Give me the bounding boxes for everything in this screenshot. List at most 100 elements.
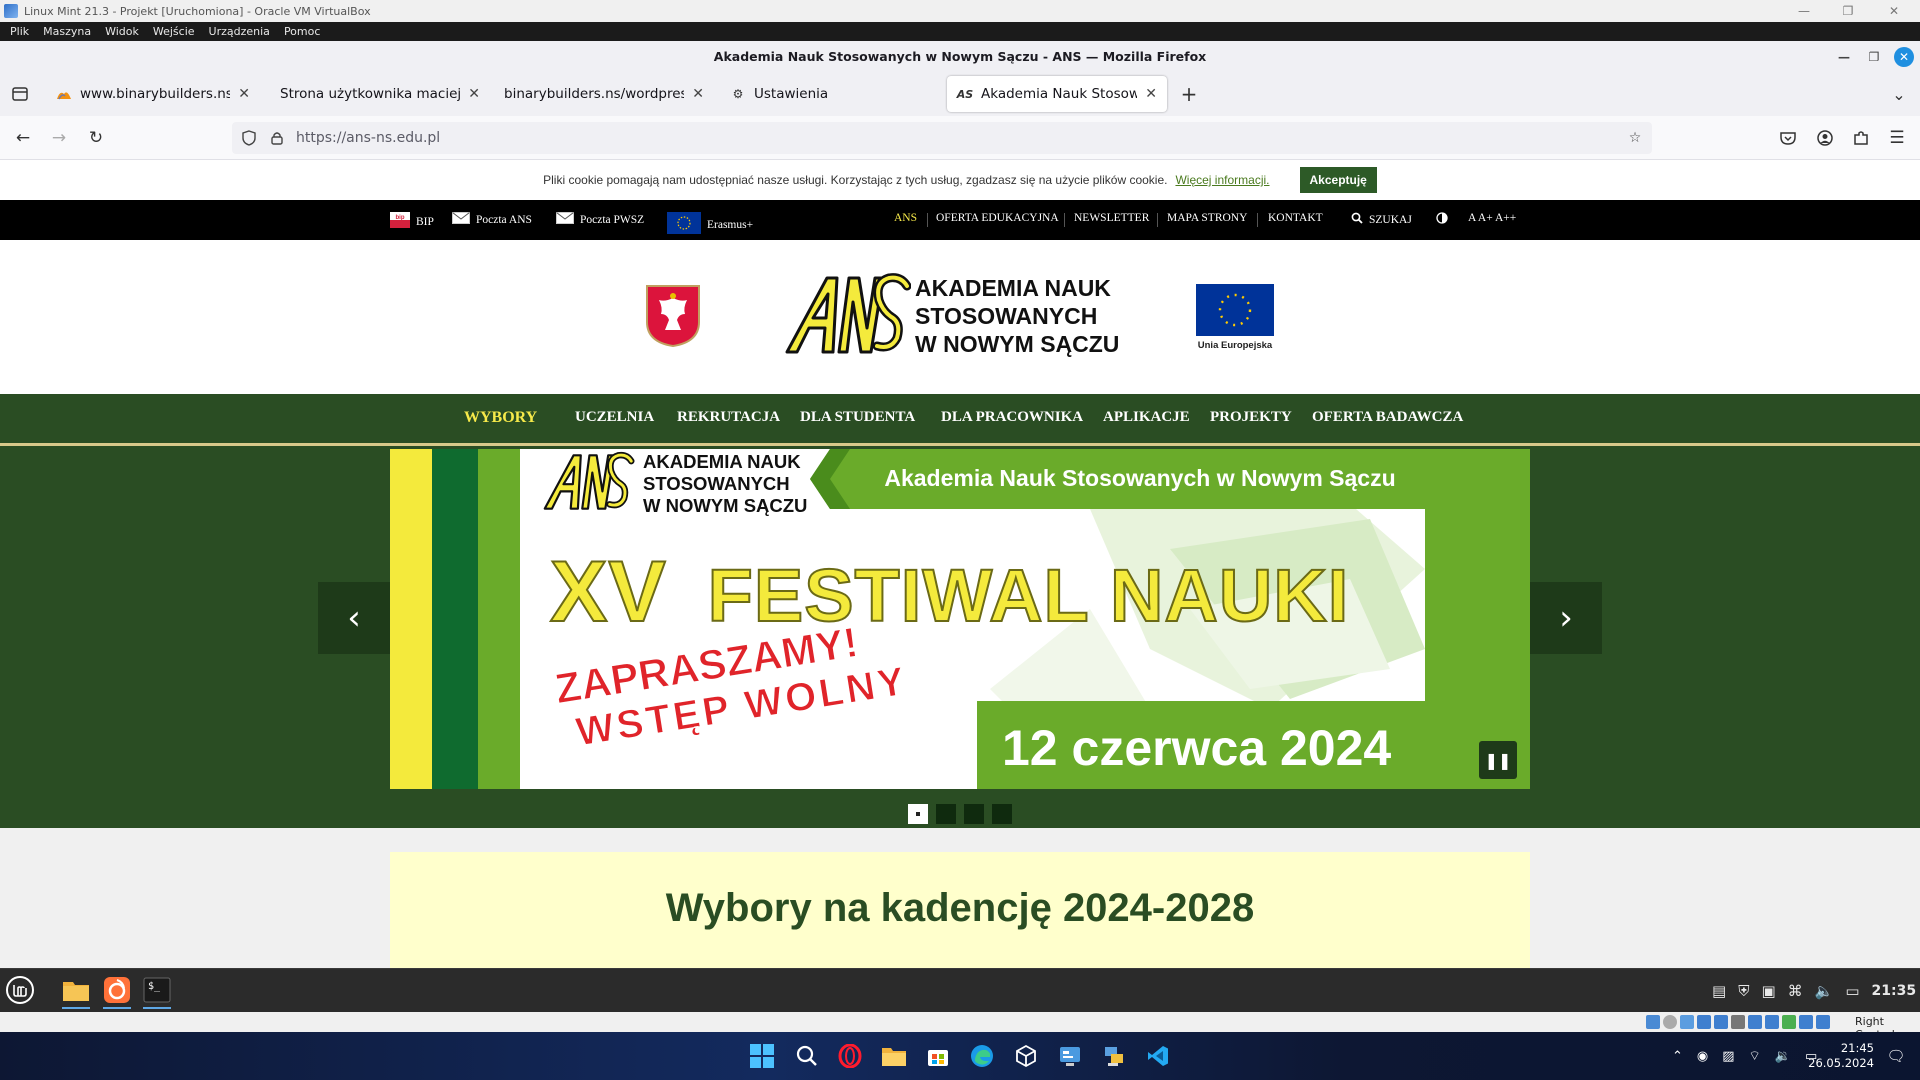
control-panel-icon[interactable]: [1054, 1040, 1086, 1072]
newsletter-link[interactable]: NEWSLETTER: [1074, 212, 1149, 224]
vbox-close-button[interactable]: ✕: [1876, 0, 1912, 22]
forward-arrow-icon[interactable]: →: [46, 126, 72, 150]
volume-icon[interactable]: 🔉: [1775, 1049, 1791, 1064]
poczta-ans-link[interactable]: Poczta ANS: [452, 212, 532, 227]
close-icon[interactable]: ✕: [238, 86, 250, 102]
usb-icon[interactable]: [1714, 1015, 1728, 1029]
slider-next-arrow-icon[interactable]: ›: [1530, 582, 1602, 654]
optical-drive-icon[interactable]: [1663, 1015, 1677, 1029]
shared-folders-icon[interactable]: [1731, 1015, 1745, 1029]
keyboard-capture-icon[interactable]: [1816, 1015, 1830, 1029]
font-size-controls[interactable]: A A+ A++: [1468, 212, 1516, 224]
volume-icon[interactable]: 🔈: [1815, 982, 1834, 1000]
tab-binarybuilders-phpmyadmin[interactable]: www.binarybuilders.ns / loc ✕: [46, 76, 260, 112]
tab-wordpress[interactable]: binarybuilders.ns/wordpress/ ✕: [494, 76, 714, 112]
3d-viewer-icon[interactable]: [1010, 1040, 1042, 1072]
display-icon[interactable]: [1748, 1015, 1762, 1029]
menu-widok[interactable]: Widok: [105, 25, 139, 38]
nav-wybory[interactable]: WYBORY: [464, 409, 537, 427]
firefox-icon[interactable]: [99, 973, 135, 1009]
nav-rekrutacja[interactable]: REKRUTACJA: [677, 409, 780, 426]
nav-aplikacje[interactable]: APLIKACJE: [1103, 409, 1190, 426]
shield-icon[interactable]: [238, 127, 260, 149]
opera-icon[interactable]: [834, 1040, 866, 1072]
kontakt-link[interactable]: KONTAKT: [1268, 212, 1323, 224]
network-icon[interactable]: ⌘: [1788, 982, 1803, 1000]
oferta-edukacyjna-link[interactable]: OFERTA EDUKACYJNA: [936, 212, 1059, 224]
vbox-restore-button[interactable]: ❐: [1830, 0, 1866, 22]
menu-maszyna[interactable]: Maszyna: [43, 25, 91, 38]
recording-icon[interactable]: [1765, 1015, 1779, 1029]
menu-plik[interactable]: Plik: [10, 25, 29, 38]
windows-start-icon[interactable]: [746, 1040, 778, 1072]
bip-link[interactable]: bip BIP: [390, 212, 434, 231]
windows-clock[interactable]: 21:45 26.05.2024: [1804, 1041, 1874, 1071]
hdd-icon[interactable]: [1646, 1015, 1660, 1029]
update-manager-icon[interactable]: ▣: [1761, 982, 1775, 1000]
firefox-minimize-button[interactable]: —: [1834, 47, 1854, 67]
search-link[interactable]: SZUKAJ: [1351, 212, 1412, 227]
nav-projekty[interactable]: PROJEKTY: [1210, 409, 1292, 426]
mouse-integration-icon[interactable]: [1799, 1015, 1813, 1029]
firefox-view-icon[interactable]: [9, 84, 31, 104]
microsoft-store-icon[interactable]: [922, 1040, 954, 1072]
reload-icon[interactable]: ↻: [83, 126, 109, 150]
network-adapter-icon[interactable]: [1697, 1015, 1711, 1029]
file-explorer-icon[interactable]: [878, 1040, 910, 1072]
tab-ans-active[interactable]: AS Akademia Nauk Stosowanych ✕: [947, 76, 1167, 112]
mint-menu-icon[interactable]: [2, 973, 38, 1007]
menu-wejscie[interactable]: Wejście: [153, 25, 195, 38]
slide-festiwal-nauki[interactable]: AKADEMIA NAUK STOSOWANYCH W NOWYM SĄCZU …: [390, 449, 1530, 789]
list-tabs-chevron-icon[interactable]: ⌄: [1888, 84, 1910, 104]
wifi-icon[interactable]: ⌔: [1749, 1048, 1761, 1064]
slider-dot-3[interactable]: [964, 804, 984, 824]
contrast-toggle-icon[interactable]: [1436, 212, 1448, 224]
vbox-minimize-button[interactable]: —: [1786, 0, 1822, 22]
nav-dla-pracownika[interactable]: DLA PRACOWNIKA: [941, 409, 1083, 426]
nav-ans-link[interactable]: ANS: [894, 212, 917, 224]
erasmus-link[interactable]: Erasmus+: [667, 212, 753, 237]
slider-dot-2[interactable]: [936, 804, 956, 824]
files-icon[interactable]: [58, 973, 94, 1009]
close-icon[interactable]: ✕: [1145, 86, 1157, 102]
slider-dot-1[interactable]: [908, 804, 928, 824]
network-tool-icon[interactable]: [1098, 1040, 1130, 1072]
close-icon[interactable]: ✕: [468, 86, 480, 102]
close-icon[interactable]: ✕: [692, 86, 704, 102]
account-icon[interactable]: [1812, 126, 1838, 150]
terminal-icon[interactable]: $_: [139, 973, 175, 1009]
pocket-icon[interactable]: [1775, 126, 1801, 150]
mint-clock[interactable]: 21:35: [1872, 983, 1917, 999]
notifications-icon[interactable]: 🗨: [1880, 1040, 1912, 1072]
cookie-accept-button[interactable]: Akceptuję: [1299, 167, 1377, 193]
shield-icon[interactable]: ⛨: [1738, 982, 1749, 1000]
tab-ustawienia[interactable]: ⚙ Ustawienia: [720, 76, 940, 112]
discord-icon[interactable]: ◉: [1697, 1049, 1708, 1064]
firefox-maximize-button[interactable]: ❐: [1864, 47, 1884, 67]
cookie-more-info-link[interactable]: Więcej informacji.: [1175, 173, 1269, 187]
vscode-icon[interactable]: [1142, 1040, 1174, 1072]
mapa-strony-link[interactable]: MAPA STRONY: [1167, 212, 1247, 224]
tab-strona-uzytkownika[interactable]: Strona użytkownika maciej ✕: [270, 76, 490, 112]
lock-icon[interactable]: [266, 127, 288, 149]
firefox-close-button[interactable]: ✕: [1894, 47, 1914, 67]
chevron-up-icon[interactable]: ⌃: [1672, 1049, 1683, 1064]
battery-icon[interactable]: ▭: [1845, 982, 1859, 1000]
slider-dot-4[interactable]: [992, 804, 1012, 824]
slider-prev-arrow-icon[interactable]: ‹: [318, 582, 390, 654]
nav-dla-studenta[interactable]: DLA STUDENTA: [800, 409, 915, 426]
poczta-pwsz-link[interactable]: Poczta PWSZ: [556, 212, 644, 227]
menu-pomoc[interactable]: Pomoc: [284, 25, 320, 38]
new-tab-icon[interactable]: +: [1178, 82, 1200, 106]
menu-urzadzenia[interactable]: Urządzenia: [209, 25, 270, 38]
nav-uczelnia[interactable]: UCZELNIA: [575, 409, 654, 426]
clipboard-icon[interactable]: ▤: [1712, 982, 1726, 1000]
hamburger-menu-icon[interactable]: ☰: [1884, 126, 1910, 150]
virtualbox-tray-icon[interactable]: ▨: [1722, 1049, 1734, 1064]
nav-oferta-badawcza[interactable]: OFERTA BADAWCZA: [1312, 409, 1463, 426]
slider-pause-button[interactable]: ❚❚: [1479, 741, 1517, 779]
edge-icon[interactable]: [966, 1040, 998, 1072]
url-bar[interactable]: https://ans-ns.edu.pl ☆: [232, 122, 1652, 154]
audio-icon[interactable]: [1680, 1015, 1694, 1029]
search-icon[interactable]: [791, 1040, 823, 1072]
